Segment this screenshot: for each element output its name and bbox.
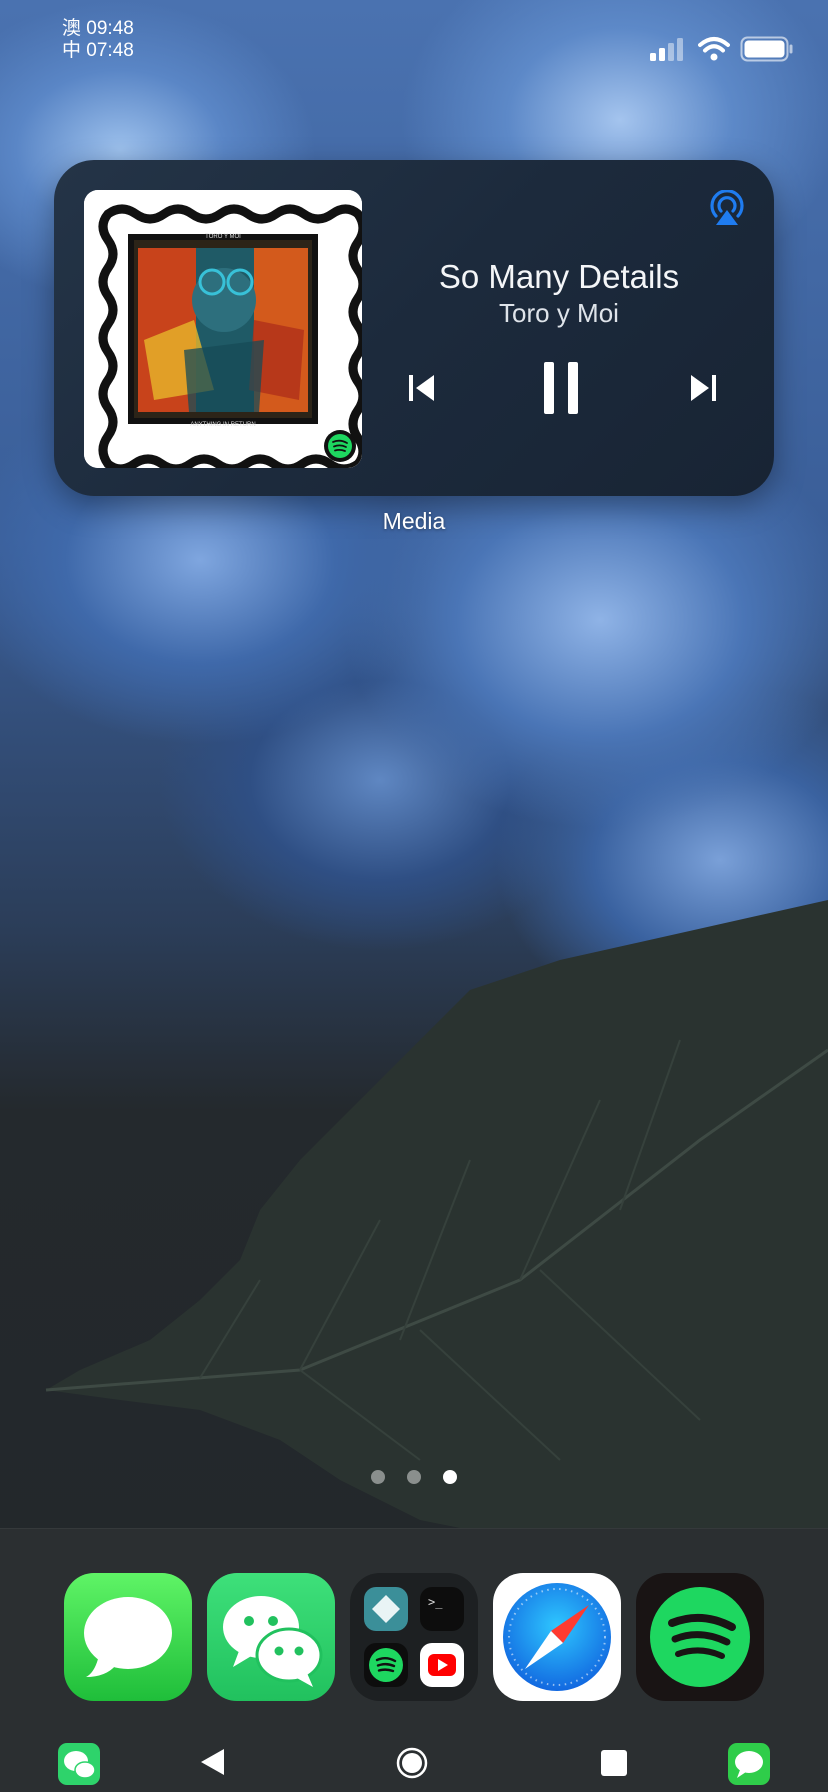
battery-icon — [740, 36, 793, 62]
dock: >_ — [0, 1528, 828, 1792]
media-widget[interactable]: TORO Y MOI ANYTHING IN RETURN So Many De… — [54, 160, 774, 496]
spotify-app-icon[interactable] — [636, 1573, 764, 1701]
messages-app-icon[interactable] — [64, 1573, 192, 1701]
terminal-app-icon — [420, 1587, 464, 1631]
speech-bubble-icon — [84, 1597, 172, 1677]
back-button[interactable] — [198, 1747, 226, 1777]
svg-text:>_: >_ — [428, 1595, 443, 1609]
recents-button[interactable] — [600, 1749, 628, 1777]
pause-icon — [544, 362, 554, 414]
app-folder[interactable]: >_ — [350, 1573, 478, 1701]
wifi-icon — [698, 37, 730, 61]
cellular-signal-icon — [650, 38, 683, 61]
album-art[interactable]: TORO Y MOI ANYTHING IN RETURN — [84, 190, 362, 468]
compass-icon — [503, 1583, 611, 1691]
status-time-1: 澳 09:48 — [62, 18, 134, 39]
album-top-text: TORO Y MOI — [205, 234, 241, 240]
home-button[interactable] — [396, 1747, 428, 1779]
previous-track-button[interactable] — [407, 372, 437, 404]
page-indicator[interactable] — [0, 1470, 828, 1484]
spotify-logo-icon — [650, 1587, 750, 1687]
next-track-button[interactable] — [688, 372, 718, 404]
skip-back-icon — [409, 375, 413, 401]
track-artist: Toro y Moi — [499, 298, 619, 328]
airplay-icon[interactable] — [708, 190, 746, 226]
status-icons — [648, 36, 794, 62]
safari-app-icon[interactable] — [493, 1573, 621, 1701]
wechat-bubbles-icon — [223, 1596, 323, 1687]
status-time-2: 中 07:48 — [62, 40, 134, 61]
skip-forward-icon — [691, 375, 709, 401]
wechat-shortcut-icon[interactable] — [58, 1743, 100, 1785]
status-clock: 澳 09:48 中 07:48 — [62, 18, 134, 62]
track-title: So Many Details — [438, 258, 680, 295]
page-dot-2[interactable] — [407, 1470, 421, 1484]
navigation-bar — [0, 1735, 828, 1792]
album-bottom-text: ANYTHING IN RETURN — [190, 422, 255, 428]
widget-label: Media — [382, 508, 446, 534]
wechat-app-icon[interactable] — [207, 1573, 335, 1701]
page-dot-1[interactable] — [371, 1470, 385, 1484]
messages-shortcut-icon[interactable] — [728, 1743, 770, 1785]
album-cover-image: TORO Y MOI ANYTHING IN RETURN — [84, 190, 362, 468]
leaf-decoration — [45, 900, 828, 1540]
pause-button[interactable] — [544, 362, 578, 414]
page-dot-3[interactable] — [443, 1470, 457, 1484]
